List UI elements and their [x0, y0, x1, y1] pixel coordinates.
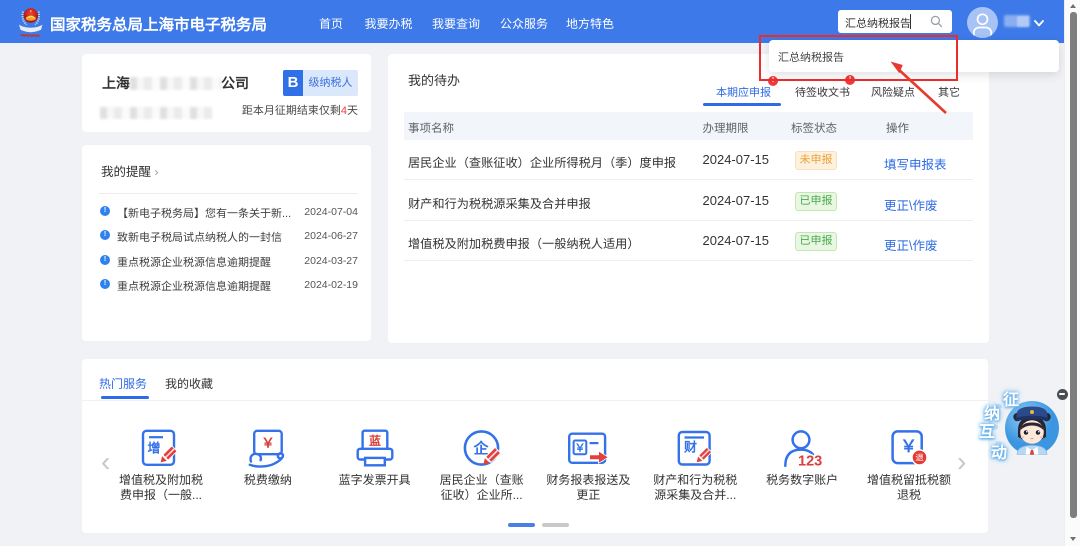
svg-text:￥: ￥	[261, 432, 275, 452]
svg-text:蓝: 蓝	[369, 432, 381, 449]
svg-text:退: 退	[915, 452, 924, 464]
svg-text:增: 增	[147, 438, 160, 457]
svg-text:123: 123	[798, 453, 822, 468]
svg-text:财: 财	[683, 437, 697, 456]
svg-text:￥: ￥	[575, 440, 586, 456]
